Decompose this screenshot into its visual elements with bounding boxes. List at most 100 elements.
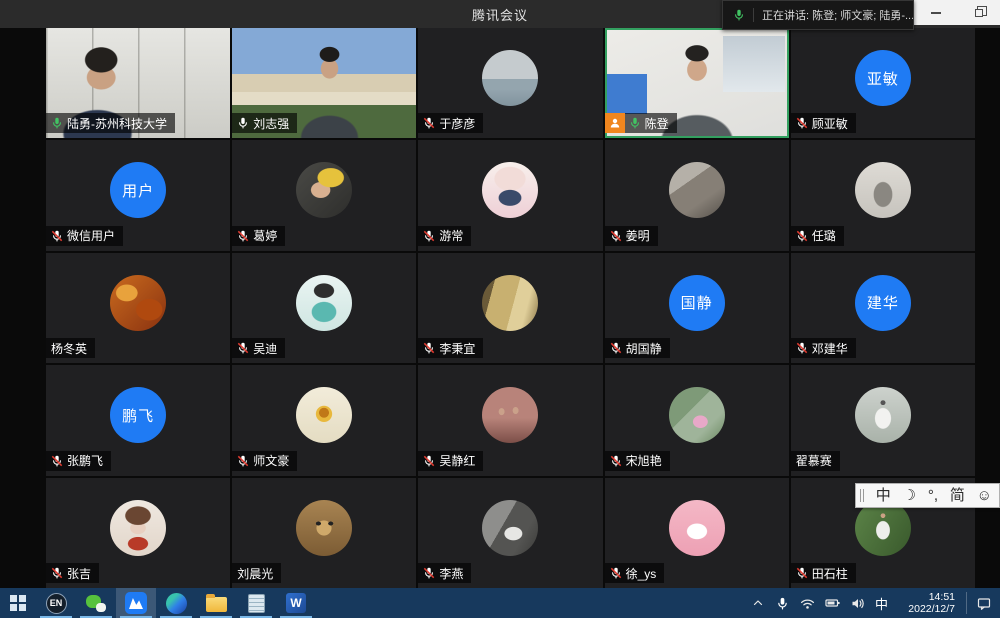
participant-name: 于彦彦 bbox=[439, 115, 475, 132]
hidden-icons-button[interactable] bbox=[750, 592, 766, 614]
participant-tile[interactable]: 建华 邓建华 bbox=[791, 253, 975, 363]
participant-tile[interactable]: 李燕 bbox=[418, 478, 602, 588]
participant-name: 陈登 bbox=[645, 115, 669, 132]
participant-avatar: 用户 bbox=[110, 162, 166, 218]
participant-name: 李秉宜 bbox=[439, 340, 475, 357]
participant-namebar: 翟慕赛 bbox=[791, 451, 840, 471]
mic-status-icon bbox=[237, 342, 249, 354]
participant-avatar bbox=[855, 162, 911, 218]
taskbar-app-tencent-meeting[interactable] bbox=[116, 588, 156, 618]
mic-status-icon bbox=[423, 342, 435, 354]
host-badge-icon bbox=[605, 113, 625, 133]
minimize-button[interactable] bbox=[914, 0, 957, 25]
avatar-initials: 国静 bbox=[681, 292, 713, 313]
language-en-icon: EN bbox=[46, 593, 67, 614]
network-wifi-icon[interactable] bbox=[800, 592, 816, 614]
window-controls bbox=[914, 0, 1000, 25]
mic-status-icon bbox=[610, 342, 622, 354]
participant-name: 邓建华 bbox=[812, 340, 848, 357]
ime-simplified-mode[interactable]: 简 bbox=[950, 488, 965, 503]
participant-tile[interactable]: 吴静红 bbox=[418, 365, 602, 475]
participant-tile[interactable]: 李秉宜 bbox=[418, 253, 602, 363]
participant-tile[interactable]: 吴迪 bbox=[232, 253, 416, 363]
participant-namebar: 胡国静 bbox=[605, 338, 670, 358]
taskbar-language-indicator[interactable]: EN bbox=[36, 588, 76, 618]
participant-tile[interactable]: 陈登 bbox=[605, 28, 789, 138]
participant-avatar bbox=[296, 275, 352, 331]
participant-tile[interactable]: 鹏飞 张鹏飞 bbox=[46, 365, 230, 475]
participant-avatar: 国静 bbox=[669, 275, 725, 331]
participant-tile[interactable]: 翟慕赛 bbox=[791, 365, 975, 475]
mic-status-icon bbox=[423, 230, 435, 242]
participant-avatar bbox=[296, 387, 352, 443]
participant-tile[interactable]: 用户 微信用户 bbox=[46, 140, 230, 250]
participant-tile[interactable]: 杨冬英 bbox=[46, 253, 230, 363]
taskbar-app-word[interactable]: W bbox=[276, 588, 316, 618]
mic-status-icon bbox=[796, 117, 808, 129]
participant-name: 刘晨光 bbox=[237, 565, 273, 582]
participant-tile[interactable]: 张吉 bbox=[46, 478, 230, 588]
action-center-icon[interactable] bbox=[976, 592, 992, 614]
clock-date: 2022/12/7 bbox=[897, 603, 955, 615]
ime-emoji-icon[interactable]: ☺ bbox=[977, 488, 992, 503]
participant-namebar: 李秉宜 bbox=[418, 338, 483, 358]
participant-tile[interactable]: 陆勇-苏州科技大学 bbox=[46, 28, 230, 138]
tencent-meeting-icon bbox=[125, 592, 147, 614]
taskbar-app-edge[interactable] bbox=[156, 588, 196, 618]
participant-tile[interactable]: 师文豪 bbox=[232, 365, 416, 475]
participant-namebar: 陆勇-苏州科技大学 bbox=[46, 113, 175, 133]
speaking-mic-icon bbox=[733, 9, 745, 21]
ime-mode-chinese[interactable]: 中 bbox=[876, 488, 891, 503]
taskbar-app-notepad[interactable] bbox=[236, 588, 276, 618]
restore-button[interactable] bbox=[957, 0, 1000, 25]
participant-namebar: 吴静红 bbox=[418, 451, 483, 471]
edge-icon bbox=[166, 593, 187, 614]
participant-name: 徐_ys bbox=[626, 565, 657, 582]
participant-namebar: 刘晨光 bbox=[232, 563, 281, 583]
participant-tile[interactable]: 游常 bbox=[418, 140, 602, 250]
participant-avatar bbox=[669, 162, 725, 218]
participant-avatar bbox=[855, 387, 911, 443]
avatar-initials: 鹏飞 bbox=[122, 405, 154, 426]
participant-avatar bbox=[482, 387, 538, 443]
participant-namebar: 张吉 bbox=[46, 563, 99, 583]
taskbar-app-file-explorer[interactable] bbox=[196, 588, 236, 618]
participant-namebar: 杨冬英 bbox=[46, 338, 95, 358]
mic-status-icon bbox=[423, 117, 435, 129]
participant-tile[interactable]: 葛婷 bbox=[232, 140, 416, 250]
mic-status-icon bbox=[237, 455, 249, 467]
ime-drag-handle[interactable] bbox=[860, 489, 864, 502]
participant-tile[interactable]: 刘晨光 bbox=[232, 478, 416, 588]
mic-status-icon bbox=[610, 455, 622, 467]
microphone-tray-icon[interactable] bbox=[775, 592, 791, 614]
participant-namebar: 姜明 bbox=[605, 226, 658, 246]
taskbar-clock[interactable]: 14:51 2022/12/7 bbox=[897, 591, 955, 615]
participant-namebar: 陈登 bbox=[605, 113, 677, 133]
participant-tile[interactable]: 国静 胡国静 bbox=[605, 253, 789, 363]
tray-ime-indicator[interactable]: 中 bbox=[875, 594, 888, 613]
participant-tile[interactable]: 宋旭艳 bbox=[605, 365, 789, 475]
notepad-icon bbox=[248, 594, 265, 613]
participant-namebar: 微信用户 bbox=[46, 226, 123, 246]
volume-icon[interactable] bbox=[850, 592, 866, 614]
participant-name: 宋旭艳 bbox=[626, 452, 662, 469]
ime-halfwidth-moon-icon[interactable]: ☽ bbox=[903, 488, 916, 503]
start-button[interactable] bbox=[0, 588, 36, 618]
mic-status-icon bbox=[51, 455, 63, 467]
taskbar-app-wechat[interactable] bbox=[76, 588, 116, 618]
participant-tile[interactable]: 亚敏 顾亚敏 bbox=[791, 28, 975, 138]
participant-tile[interactable]: 徐_ys bbox=[605, 478, 789, 588]
show-desktop-divider[interactable] bbox=[966, 592, 967, 614]
participant-name: 顾亚敏 bbox=[812, 115, 848, 132]
participant-tile[interactable]: 刘志强 bbox=[232, 28, 416, 138]
ime-punctuation-mode[interactable]: °, bbox=[928, 488, 938, 503]
mic-status-icon bbox=[610, 567, 622, 579]
participant-tile[interactable]: 任璐 bbox=[791, 140, 975, 250]
mic-status-icon bbox=[51, 567, 63, 579]
mic-status-icon bbox=[423, 567, 435, 579]
battery-icon[interactable] bbox=[825, 592, 841, 614]
participant-tile[interactable]: 于彦彦 bbox=[418, 28, 602, 138]
participant-namebar: 师文豪 bbox=[232, 451, 297, 471]
participant-tile[interactable]: 姜明 bbox=[605, 140, 789, 250]
participant-namebar: 葛婷 bbox=[232, 226, 285, 246]
